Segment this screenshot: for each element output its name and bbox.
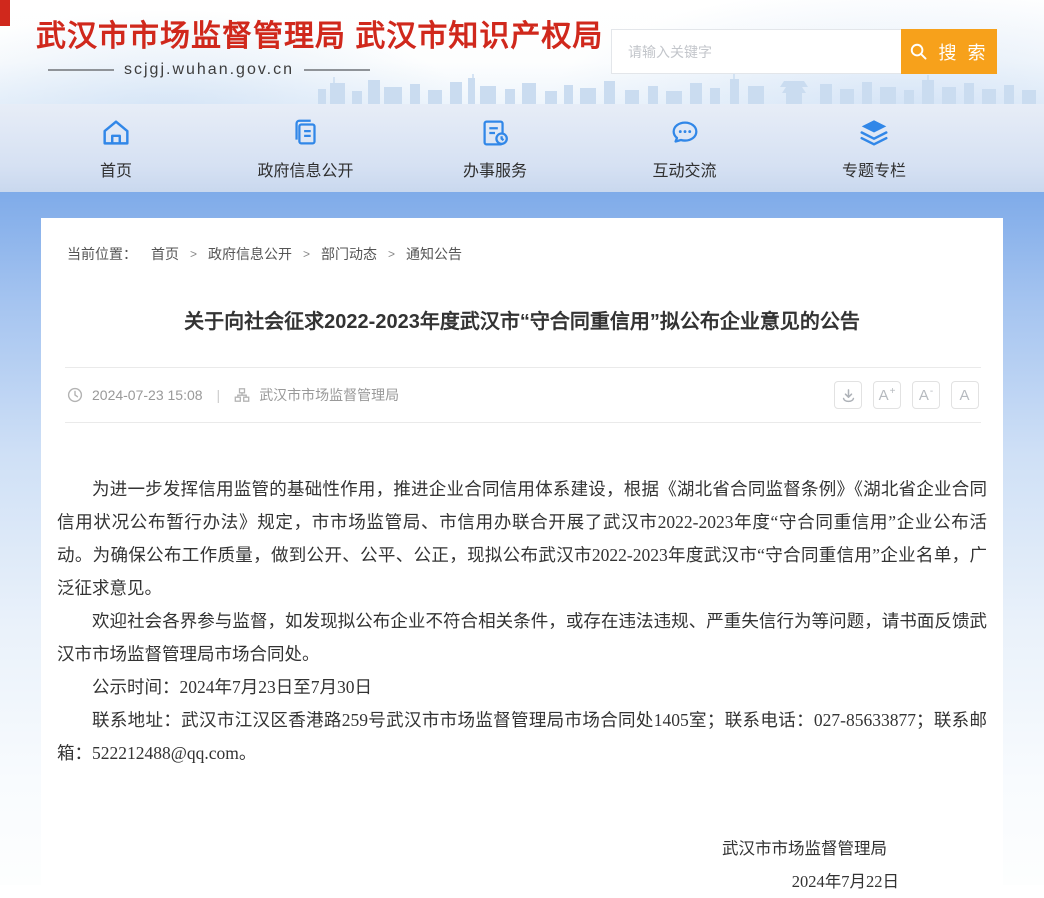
article-signature: 武汉市市场监督管理局 2024年7月22日 (57, 832, 987, 898)
breadcrumb: 当前位置： 首页 > 政府信息公开 > 部门动态 > 通知公告 (57, 244, 987, 264)
main-nav: 首页 政府信息公开 办事服务 (0, 104, 1044, 192)
dash-decoration (304, 69, 370, 71)
article-paragraph: 欢迎社会各界参与监督，如发现拟公布企业不符合相关条件，或存在违法违规、严重失信行… (57, 605, 987, 671)
layers-icon (857, 116, 891, 150)
download-icon (840, 387, 857, 404)
font-reset-button[interactable]: A (951, 381, 979, 409)
site-title: 武汉市市场监督管理局 武汉市知识产权局 (36, 20, 603, 54)
article-title: 关于向社会征求2022-2023年度武汉市“守合同重信用”拟公布企业意见的公告 (107, 308, 937, 337)
nav-item-services[interactable]: 办事服务 (435, 116, 555, 181)
search-input[interactable] (611, 29, 901, 74)
documents-icon (289, 116, 323, 150)
nav-item-label: 办事服务 (463, 157, 527, 181)
nav-item-gov-info[interactable]: 政府信息公开 (246, 116, 366, 181)
nav-item-label: 互动交流 (652, 157, 716, 181)
article-tools: A+ A- A (834, 381, 979, 409)
font-decrease-button[interactable]: A- (912, 381, 940, 409)
signature-org: 武汉市市场监督管理局 (57, 832, 987, 865)
nav-item-label: 专题专栏 (842, 157, 906, 181)
signature-date: 2024年7月22日 (57, 865, 987, 898)
site-header: 武汉市市场监督管理局 武汉市知识产权局 scjgj.wuhan.gov.cn 搜… (0, 0, 1044, 104)
nav-item-special-topics[interactable]: 专题专栏 (814, 116, 934, 181)
content-card: 当前位置： 首页 > 政府信息公开 > 部门动态 > 通知公告 关于向社会征求2… (41, 218, 1003, 898)
breadcrumb-link-home[interactable]: 首页 (151, 244, 179, 264)
dash-decoration (48, 69, 114, 71)
article-source: 武汉市市场监督管理局 (259, 385, 399, 405)
breadcrumb-separator: > (303, 247, 310, 261)
publish-date: 2024-07-23 15:08 (92, 387, 203, 403)
meta-separator: | (217, 387, 221, 403)
page: 武汉市市场监督管理局 武汉市知识产权局 scjgj.wuhan.gov.cn 搜… (0, 0, 1044, 885)
clock-icon (67, 387, 83, 403)
breadcrumb-label: 当前位置： (67, 244, 137, 264)
article-meta-row: 2024-07-23 15:08 | 武汉市市场监督管理局 (65, 367, 981, 423)
content-backdrop: 当前位置： 首页 > 政府信息公开 > 部门动态 > 通知公告 关于向社会征求2… (0, 192, 1044, 885)
site-url-text: scjgj.wuhan.gov.cn (124, 61, 294, 79)
breadcrumb-link-dept-news[interactable]: 部门动态 (321, 244, 377, 264)
search-button-label: 搜 索 (938, 39, 988, 65)
search-icon (909, 42, 928, 61)
search-button[interactable]: 搜 索 (901, 29, 997, 74)
search-bar: 搜 索 (611, 29, 997, 74)
site-url: scjgj.wuhan.gov.cn (48, 61, 603, 79)
breadcrumb-separator: > (388, 247, 395, 261)
source-org-icon (234, 387, 250, 403)
chat-bubble-icon (668, 116, 702, 150)
breadcrumb-separator: > (190, 247, 197, 261)
breadcrumb-link-gov-info[interactable]: 政府信息公开 (208, 244, 292, 264)
site-branding: 武汉市市场监督管理局 武汉市知识产权局 scjgj.wuhan.gov.cn (36, 20, 603, 79)
nav-item-interaction[interactable]: 互动交流 (625, 116, 745, 181)
article-meta: 2024-07-23 15:08 | 武汉市市场监督管理局 (67, 385, 399, 405)
article-paragraph: 为进一步发挥信用监管的基础性作用，推进企业合同信用体系建设，根据《湖北省合同监督… (57, 473, 987, 605)
nav-item-label: 首页 (100, 157, 132, 181)
download-button[interactable] (834, 381, 862, 409)
breadcrumb-link-notices[interactable]: 通知公告 (406, 244, 462, 264)
article-body: 为进一步发挥信用监管的基础性作用，推进企业合同信用体系建设，根据《湖北省合同监督… (57, 473, 987, 770)
nav-item-label: 政府信息公开 (257, 157, 353, 181)
article-paragraph: 公示时间：2024年7月23日至7月30日 (57, 671, 987, 704)
nav-item-home[interactable]: 首页 (56, 116, 176, 181)
home-icon (99, 116, 133, 150)
article-paragraph: 联系地址：武汉市江汉区香港路259号武汉市市场监督管理局市场合同处1405室；联… (57, 704, 987, 770)
service-document-clock-icon (478, 116, 512, 150)
corner-accent (0, 0, 10, 26)
font-increase-button[interactable]: A+ (873, 381, 901, 409)
